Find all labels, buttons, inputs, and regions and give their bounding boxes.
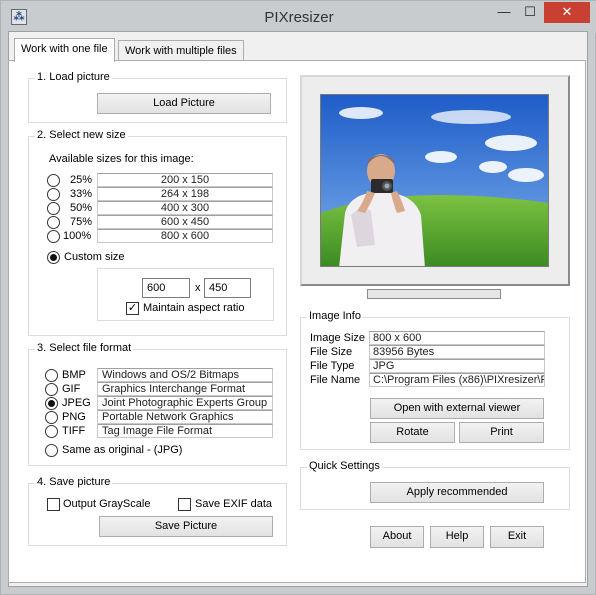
help-button[interactable]: Help: [430, 526, 484, 548]
custom-size-radio[interactable]: [47, 251, 60, 264]
format-bmp-radio[interactable]: [45, 369, 58, 382]
tab-one-file[interactable]: Work with one file: [14, 38, 115, 62]
format-gif-label: GIF: [62, 383, 81, 395]
size-75-percent: 75%: [70, 216, 93, 228]
file-type-value: JPG: [369, 359, 545, 373]
file-size-label: File Size: [310, 346, 353, 358]
same-as-original-label: Same as original - (JPG): [62, 444, 183, 456]
save-picture-button[interactable]: Save Picture: [99, 516, 273, 537]
size-33-dims: 264 x 198: [97, 187, 273, 201]
print-button[interactable]: Print: [459, 422, 544, 443]
format-bmp-label: BMP: [62, 369, 86, 381]
format-tiff-label: TIFF: [62, 425, 86, 437]
custom-size-label: Custom size: [64, 251, 125, 263]
save-exif-label: Save EXIF data: [195, 498, 273, 510]
size-50-radio[interactable]: [47, 202, 60, 215]
save-picture-title: 4. Save picture: [35, 476, 113, 488]
size-100-percent: 100%: [63, 230, 92, 242]
file-format-title: 3. Select file format: [35, 342, 134, 354]
load-picture-title: 1. Load picture: [35, 71, 112, 83]
size-33-radio[interactable]: [47, 188, 60, 201]
image-info-title: Image Info: [307, 310, 363, 322]
minimize-icon[interactable]: —: [491, 2, 517, 23]
format-gif-desc: Graphics Interchange Format: [97, 382, 273, 396]
custom-width-input[interactable]: 600: [142, 278, 190, 298]
maintain-aspect-checkbox[interactable]: ✓: [126, 302, 139, 315]
format-png-label: PNG: [62, 411, 86, 423]
size-50-percent: 50%: [70, 202, 93, 214]
image-size-label: Image Size: [310, 332, 366, 344]
tab-multiple-files[interactable]: Work with multiple files: [118, 40, 244, 62]
output-grayscale-checkbox[interactable]: [47, 498, 60, 511]
size-100-radio[interactable]: [47, 230, 60, 243]
format-jpeg-desc: Joint Photographic Experts Group: [97, 396, 273, 410]
format-tiff-radio[interactable]: [45, 425, 58, 438]
format-tiff-desc: Tag Image File Format: [97, 424, 273, 438]
save-exif-checkbox[interactable]: [178, 498, 191, 511]
rotate-button[interactable]: Rotate: [370, 422, 455, 443]
maintain-aspect-label: Maintain aspect ratio: [143, 302, 245, 314]
exit-button[interactable]: Exit: [490, 526, 544, 548]
format-png-radio[interactable]: [45, 411, 58, 424]
apply-recommended-button[interactable]: Apply recommended: [370, 482, 544, 503]
output-grayscale-label: Output GrayScale: [63, 498, 151, 510]
same-as-original-radio[interactable]: [45, 444, 58, 457]
format-png-desc: Portable Network Graphics: [97, 410, 273, 424]
file-name-label: File Name: [310, 374, 361, 386]
select-size-title: 2. Select new size: [35, 129, 128, 141]
size-33-percent: 33%: [70, 188, 93, 200]
monitor-stand: [367, 289, 501, 299]
size-25-dims: 200 x 150: [97, 173, 273, 187]
format-gif-radio[interactable]: [45, 383, 58, 396]
size-75-radio[interactable]: [47, 216, 60, 229]
file-size-value: 83956 Bytes: [369, 345, 545, 359]
file-name-value: C:\Program Files (x86)\PIXresizer\PIXres…: [369, 373, 545, 387]
custom-height-input[interactable]: 450: [204, 278, 251, 298]
size-50-dims: 400 x 300: [97, 201, 273, 215]
format-jpeg-radio[interactable]: [45, 397, 58, 410]
format-jpeg-label: JPEG: [62, 397, 91, 409]
close-icon[interactable]: ✕: [544, 2, 590, 23]
available-sizes-label: Available sizes for this image:: [49, 153, 194, 165]
preview-photo: [321, 95, 548, 266]
format-bmp-desc: Windows and OS/2 Bitmaps: [97, 368, 273, 382]
preview-image: [320, 94, 549, 267]
size-25-radio[interactable]: [47, 174, 60, 187]
size-75-dims: 600 x 450: [97, 215, 273, 229]
about-button[interactable]: About: [370, 526, 424, 548]
file-type-label: File Type: [310, 360, 355, 372]
open-external-viewer-button[interactable]: Open with external viewer: [370, 398, 544, 419]
title-bar: ⁂ PIXresizer — ☐ ✕: [1, 1, 596, 33]
custom-size-x: x: [195, 282, 201, 294]
size-25-percent: 25%: [70, 174, 93, 186]
maximize-icon[interactable]: ☐: [517, 2, 543, 23]
image-size-value: 800 x 600: [369, 331, 545, 345]
load-picture-button[interactable]: Load Picture: [97, 93, 271, 114]
quick-settings-title: Quick Settings: [307, 460, 382, 472]
size-100-dims: 800 x 600: [97, 229, 273, 243]
